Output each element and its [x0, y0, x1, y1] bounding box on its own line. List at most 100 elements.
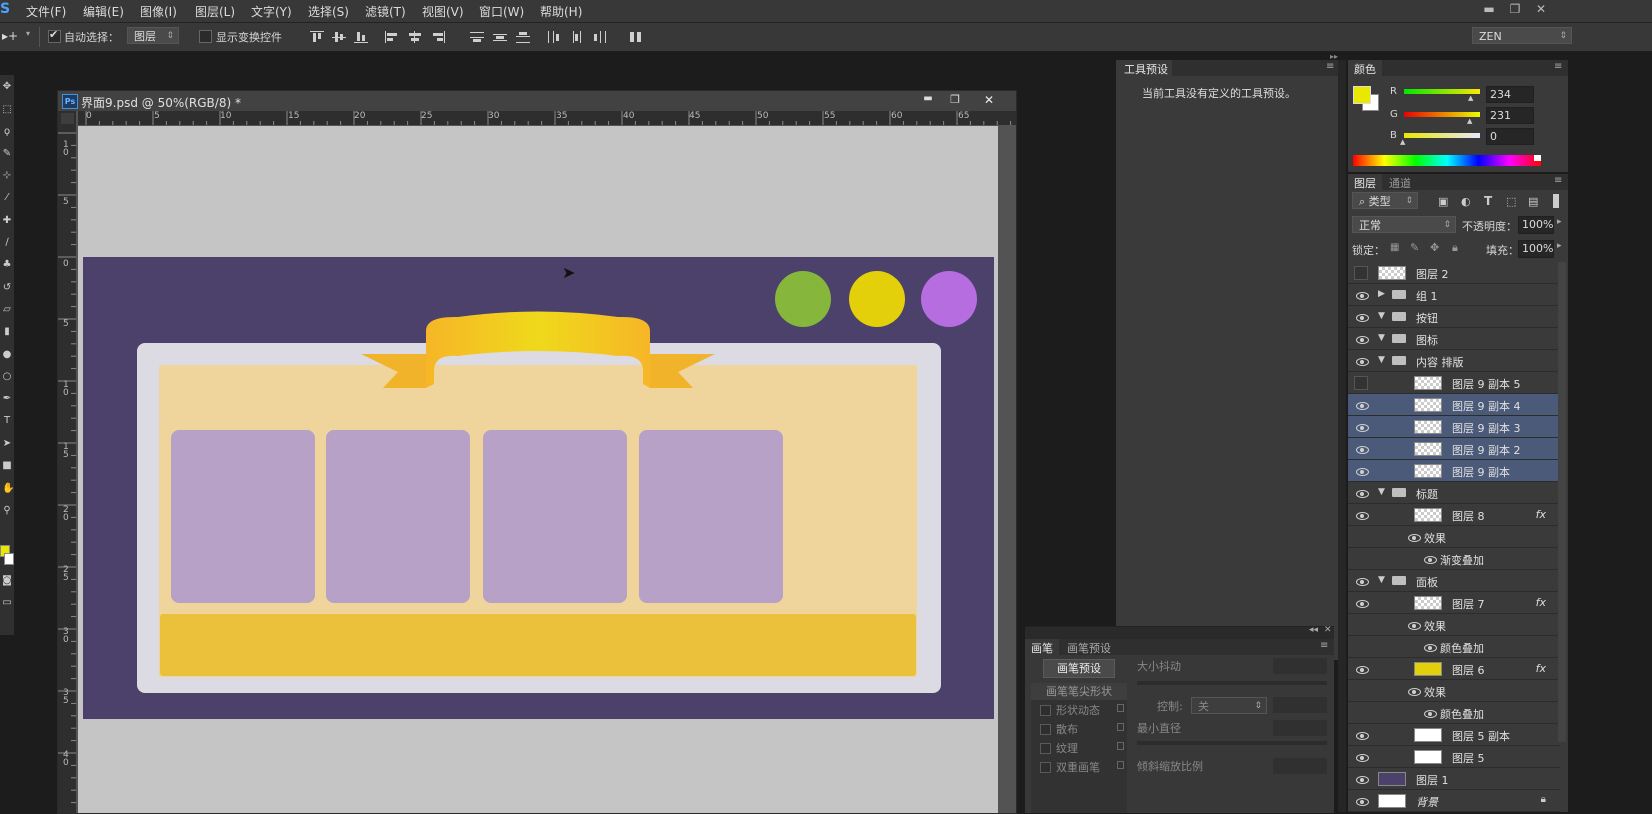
visibility-eye-icon[interactable]	[1356, 729, 1369, 741]
visibility-eye-icon[interactable]	[1356, 443, 1369, 455]
control-field[interactable]	[1273, 697, 1327, 713]
filter-smart-object-icon[interactable]: ▤	[1528, 195, 1538, 208]
align-top-edges-icon[interactable]	[310, 31, 324, 43]
visibility-eye-icon[interactable]	[1356, 399, 1369, 411]
blur-tool-icon[interactable]: ●	[2, 349, 12, 361]
layer-row[interactable]: 图层 5 副本	[1348, 724, 1560, 746]
menu-file[interactable]: 文件(F)	[26, 3, 66, 20]
workspace-dropdown[interactable]: ZEN	[1472, 27, 1572, 45]
distribute-left-edges-icon[interactable]	[547, 31, 561, 43]
layer-group-row[interactable]: ▼ 图标	[1348, 328, 1560, 350]
distribute-right-edges-icon[interactable]	[593, 31, 607, 43]
visibility-toggle-empty[interactable]	[1354, 376, 1368, 390]
path-select-tool-icon[interactable]: ➤	[2, 438, 12, 450]
dodge-tool-icon[interactable]: ○	[2, 371, 12, 383]
min-diameter-field[interactable]	[1273, 720, 1327, 736]
layer-row[interactable]: 图层 5	[1348, 746, 1560, 768]
option-checkbox[interactable]	[1040, 743, 1051, 754]
collapse-icon[interactable]: ◂◂	[1309, 625, 1318, 635]
visibility-eye-icon[interactable]	[1356, 289, 1369, 301]
effect-eye-icon[interactable]	[1424, 707, 1437, 719]
tab-tool-presets[interactable]: 工具预设	[1124, 61, 1168, 77]
layer-row[interactable]: 图层 9 副本 5	[1348, 372, 1560, 394]
chevron-right-icon[interactable]: ▶	[1378, 289, 1385, 299]
move-tool-icon[interactable]: ✥	[2, 81, 12, 93]
menu-window[interactable]: 窗口(W)	[479, 3, 524, 20]
dock-divider[interactable]	[1338, 60, 1346, 812]
effect-eye-icon[interactable]	[1424, 641, 1437, 653]
history-brush-tool-icon[interactable]: ↺	[2, 282, 12, 294]
lock-position-icon[interactable]: ✥	[1430, 241, 1439, 254]
visibility-eye-icon[interactable]	[1356, 663, 1369, 675]
control-dropdown[interactable]: 关	[1191, 697, 1267, 715]
app-restore-button[interactable]: ❐	[1504, 2, 1526, 18]
visibility-eye-icon[interactable]	[1356, 597, 1369, 609]
align-right-edges-icon[interactable]	[431, 31, 445, 43]
align-vertical-centers-icon[interactable]	[332, 31, 346, 43]
layer-group-row[interactable]: ▼ 面板	[1348, 570, 1560, 592]
fill-field[interactable]: 100%	[1518, 240, 1554, 258]
visibility-eye-icon[interactable]	[1356, 795, 1369, 807]
close-icon[interactable]: ✕	[1324, 625, 1332, 635]
type-tool-icon[interactable]: T	[2, 415, 12, 427]
layer-row[interactable]: 背景 🔒︎	[1348, 790, 1560, 812]
layer-effect-row[interactable]: 效果	[1348, 614, 1560, 636]
auto-align-layers-icon[interactable]	[629, 31, 643, 43]
menu-type[interactable]: 文字(Y)	[251, 3, 292, 20]
align-bottom-edges-icon[interactable]	[354, 31, 368, 43]
visibility-eye-icon[interactable]	[1356, 421, 1369, 433]
menu-filter[interactable]: 滤镜(T)	[365, 3, 406, 20]
zoom-tool-icon[interactable]: ⚲	[2, 505, 12, 517]
channel-r-field[interactable]: 234	[1486, 86, 1534, 103]
panel-menu-icon[interactable]: ≡	[1326, 61, 1334, 72]
panel-menu-icon[interactable]: ≡	[1320, 640, 1328, 651]
chevron-down-icon[interactable]: ▼	[1378, 575, 1385, 585]
option-checkbox[interactable]	[1040, 705, 1051, 716]
tool-preset-dropdown-icon[interactable]: ▾	[26, 29, 30, 38]
channel-b-thumb[interactable]: ▲	[1400, 138, 1405, 146]
fx-icon[interactable]: fx	[1536, 596, 1546, 609]
visibility-eye-icon[interactable]	[1356, 487, 1369, 499]
layer-row[interactable]: 图层 6 fx	[1348, 658, 1560, 680]
gradient-tool-icon[interactable]: ▮	[2, 326, 12, 338]
lock-icon[interactable]	[1117, 742, 1124, 750]
eyedropper-tool-icon[interactable]: ⁄	[2, 192, 12, 204]
lock-icon[interactable]	[1117, 761, 1124, 769]
opacity-field[interactable]: 100%	[1518, 216, 1554, 234]
distribute-bottom-edges-icon[interactable]	[516, 31, 530, 43]
filter-type-icon[interactable]: T	[1484, 194, 1492, 208]
lock-icon[interactable]	[1117, 723, 1124, 731]
layer-effect-row[interactable]: 效果	[1348, 680, 1560, 702]
lock-pixels-icon[interactable]: ✎	[1410, 241, 1419, 254]
chevron-down-icon[interactable]: ▼	[1378, 355, 1385, 365]
document-title-bar[interactable]: Ps 界面9.psd @ 50%(RGB/8) * ▬ ❐ ✕	[58, 91, 1016, 111]
brush-option-scattering[interactable]: 散布	[1040, 721, 1128, 737]
tab-layers[interactable]: 图层	[1354, 175, 1376, 191]
tab-color[interactable]: 颜色	[1354, 61, 1376, 77]
layer-row[interactable]: 图层 1	[1348, 768, 1560, 790]
move-tool-icon[interactable]: ▸+	[2, 29, 18, 43]
layer-group-row[interactable]: ▼ 按钮	[1348, 306, 1560, 328]
filter-shape-icon[interactable]: ⬚	[1506, 195, 1516, 208]
menu-image[interactable]: 图像(I)	[140, 3, 177, 20]
app-close-button[interactable]: ✕	[1530, 2, 1552, 18]
fx-icon[interactable]: fx	[1536, 662, 1546, 675]
size-jitter-field[interactable]	[1273, 658, 1327, 674]
distribute-horizontal-centers-icon[interactable]	[570, 31, 584, 43]
clone-stamp-tool-icon[interactable]: ♣	[2, 259, 12, 271]
visibility-eye-icon[interactable]	[1356, 751, 1369, 763]
color-spectrum-ramp[interactable]	[1353, 155, 1541, 166]
brush-option-texture[interactable]: 纹理	[1040, 740, 1128, 756]
filter-toggle-switch[interactable]	[1553, 194, 1559, 208]
auto-select-target-dropdown[interactable]: 图层	[127, 27, 179, 45]
crop-tool-icon[interactable]: ⊹	[2, 170, 12, 182]
healing-tool-icon[interactable]: ✚	[2, 215, 12, 227]
vertical-ruler[interactable]: 1 0 5 0 5 1 0 1 5 2 0 2 5 3 0 3 5 4 0	[58, 111, 77, 813]
blend-mode-dropdown[interactable]: 正常	[1352, 216, 1456, 234]
panel-menu-icon[interactable]: ≡	[1554, 175, 1562, 186]
layer-group-row[interactable]: ▶ 组 1	[1348, 284, 1560, 306]
distribute-vertical-centers-icon[interactable]	[493, 31, 507, 43]
chevron-down-icon[interactable]: ▼	[1378, 311, 1385, 321]
lasso-tool-icon[interactable]: ϙ	[2, 126, 12, 138]
fx-icon[interactable]: fx	[1536, 508, 1546, 521]
